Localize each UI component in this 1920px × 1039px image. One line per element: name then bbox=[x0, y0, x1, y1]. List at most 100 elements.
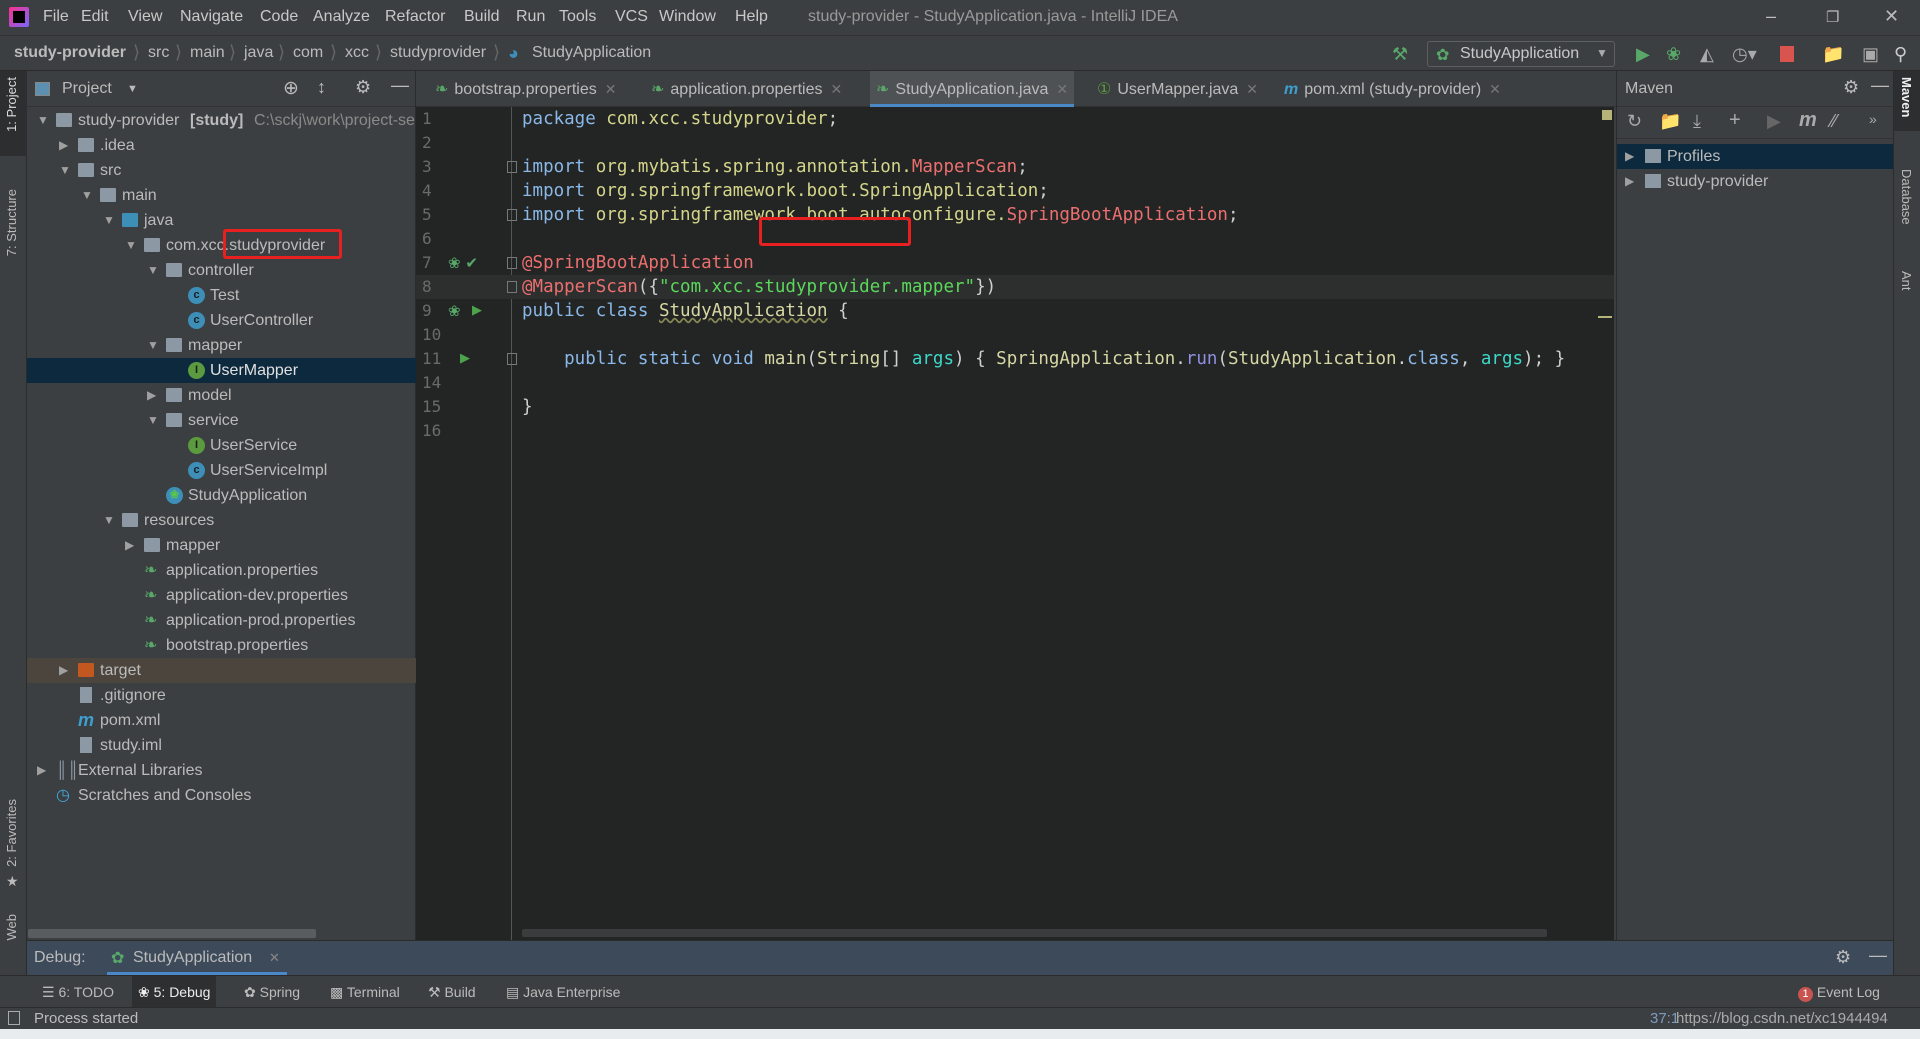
expanded-arrow-icon[interactable]: ▼ bbox=[81, 183, 93, 208]
tree-item[interactable]: ▼ java bbox=[27, 208, 416, 233]
project-view-title[interactable]: Project bbox=[62, 80, 112, 98]
code-line[interactable]: 14 bbox=[416, 371, 1614, 395]
stripe-favorites-button[interactable]: 2: Favorites bbox=[4, 799, 19, 867]
stop-icon[interactable] bbox=[1780, 46, 1794, 62]
tab-bootstrap-properties[interactable]: ❧ bootstrap.properties ✕ bbox=[429, 71, 622, 107]
menu-view[interactable]: View bbox=[128, 8, 162, 26]
search-everywhere-icon[interactable]: ⚲ bbox=[1894, 44, 1907, 65]
debug-session-tab[interactable]: ✿ StudyApplication ✕ bbox=[107, 941, 287, 975]
expanded-arrow-icon[interactable]: ▼ bbox=[147, 333, 159, 358]
close-tab-icon[interactable]: ✕ bbox=[831, 81, 843, 97]
caret-position[interactable]: 37:1 bbox=[1650, 1010, 1679, 1027]
tree-item[interactable]: ❧ application.properties bbox=[27, 558, 416, 583]
stripe-web-button[interactable]: Web bbox=[4, 914, 19, 941]
code-line[interactable]: 11 ▶ public static void main(String[] arg… bbox=[416, 347, 1614, 371]
spring-boot-gutter-icon[interactable]: ❀ bbox=[448, 299, 461, 323]
expanded-arrow-icon[interactable]: ▼ bbox=[103, 508, 115, 533]
maven-tree-item[interactable]: ▶ study-provider bbox=[1617, 169, 1893, 194]
minimize-window-button[interactable]: – bbox=[1766, 6, 1776, 27]
tree-item[interactable]: ❧ application-dev.properties bbox=[27, 583, 416, 608]
tree-item[interactable]: ▶ .idea bbox=[27, 133, 416, 158]
tree-item[interactable]: ◷ Scratches and Consoles bbox=[27, 783, 416, 808]
menu-analyze[interactable]: Analyze bbox=[313, 8, 370, 26]
fold-marker-icon[interactable] bbox=[507, 209, 517, 221]
maven-tree-item[interactable]: ▶ Profiles bbox=[1617, 144, 1893, 169]
tree-item[interactable]: ▼ resources bbox=[27, 508, 416, 533]
toggle-offline-icon[interactable]: ⁄⁄ bbox=[1831, 111, 1837, 132]
tool-windows-toggle-icon[interactable] bbox=[8, 1011, 20, 1025]
breadcrumb-item[interactable]: src bbox=[148, 44, 169, 62]
expanded-arrow-icon[interactable]: ▼ bbox=[103, 208, 115, 233]
spring-tool-button[interactable]: ✿ Spring bbox=[238, 976, 306, 1008]
toggle-presentation-icon[interactable]: ▣ bbox=[1862, 44, 1879, 65]
tree-item[interactable]: ▼ controller bbox=[27, 258, 416, 283]
code-line[interactable]: 7 ❀ ✔ @SpringBootApplication bbox=[416, 251, 1614, 275]
run-gutter-icon[interactable]: ▶ bbox=[460, 347, 470, 371]
tree-item[interactable]: .gitignore bbox=[27, 683, 416, 708]
close-tab-icon[interactable]: ✕ bbox=[605, 81, 617, 97]
editor-horizontal-scrollbar[interactable] bbox=[522, 929, 1547, 937]
terminal-tool-button[interactable]: ▩ Terminal bbox=[324, 976, 406, 1008]
menu-build[interactable]: Build bbox=[464, 8, 500, 26]
java-enterprise-tool-button[interactable]: ▤ Java Enterprise bbox=[500, 976, 626, 1008]
run-with-coverage-icon[interactable]: ◭ bbox=[1700, 44, 1714, 65]
spring-bean-gutter-icon[interactable]: ❀ ✔ bbox=[448, 251, 478, 275]
expanded-arrow-icon[interactable]: ▼ bbox=[147, 408, 159, 433]
breadcrumb-item[interactable]: com bbox=[293, 44, 323, 62]
tree-item[interactable]: ▼ main bbox=[27, 183, 416, 208]
menu-window[interactable]: Window bbox=[659, 8, 716, 26]
more-icon[interactable]: » bbox=[1869, 111, 1877, 127]
tree-item[interactable]: study.iml bbox=[27, 733, 416, 758]
tree-item[interactable]: ▼ study-provider [study] C:\sckj\work\pro… bbox=[27, 108, 416, 133]
menu-file[interactable]: File bbox=[43, 8, 69, 26]
gear-icon[interactable]: ⚙ bbox=[355, 77, 371, 98]
code-line[interactable]: 4 import org.springframework.boot.SpringA… bbox=[416, 179, 1614, 203]
collapsed-arrow-icon[interactable]: ▶ bbox=[37, 758, 46, 783]
reload-icon[interactable]: ↻ bbox=[1627, 111, 1642, 132]
tree-item[interactable]: ▶ ║║ External Libraries bbox=[27, 758, 416, 783]
menu-vcs[interactable]: VCS bbox=[615, 8, 648, 26]
tree-item[interactable]: ▼ mapper bbox=[27, 333, 416, 358]
menu-navigate[interactable]: Navigate bbox=[180, 8, 243, 26]
tree-item[interactable]: ❀ StudyApplication bbox=[27, 483, 416, 508]
expanded-arrow-icon[interactable]: ▼ bbox=[37, 108, 49, 133]
code-line[interactable]: 6 bbox=[416, 227, 1614, 251]
profile-icon[interactable]: ◷▾ bbox=[1732, 44, 1757, 65]
tree-item[interactable]: ❧ bootstrap.properties bbox=[27, 633, 416, 658]
chevron-down-icon[interactable]: ▼ bbox=[127, 83, 138, 95]
expanded-arrow-icon[interactable]: ▼ bbox=[125, 233, 137, 258]
code-line[interactable]: 16 bbox=[416, 419, 1614, 443]
breadcrumb-item[interactable]: study-provider bbox=[14, 44, 126, 62]
tab-pom-xml-study-provider-[interactable]: m pom.xml (study-provider) ✕ bbox=[1278, 71, 1507, 107]
stripe-maven-button[interactable]: Maven bbox=[1899, 77, 1914, 117]
collapsed-arrow-icon[interactable]: ▶ bbox=[147, 383, 156, 408]
fold-marker-icon[interactable] bbox=[507, 257, 517, 269]
gear-icon[interactable]: ⚙ bbox=[1835, 947, 1851, 968]
debug-tool-button[interactable]: ❀ 5: Debug bbox=[132, 976, 217, 1008]
gear-icon[interactable]: ⚙ bbox=[1843, 77, 1859, 98]
hide-panel-icon[interactable]: — bbox=[391, 75, 409, 96]
collapse-all-icon[interactable]: ↕ bbox=[317, 77, 326, 98]
locate-file-icon[interactable]: ⊕ bbox=[283, 77, 299, 100]
breadcrumb-item[interactable]: studyprovider bbox=[390, 44, 486, 62]
close-window-button[interactable]: ✕ bbox=[1884, 6, 1899, 27]
add-icon[interactable]: + bbox=[1729, 109, 1741, 132]
warning-marker[interactable] bbox=[1598, 316, 1612, 318]
code-line[interactable]: 2 bbox=[416, 131, 1614, 155]
execute-goal-icon[interactable]: m bbox=[1799, 109, 1817, 132]
breadcrumb-item[interactable]: StudyApplication bbox=[532, 44, 651, 62]
tree-item[interactable]: ▶ target bbox=[27, 658, 416, 683]
tree-item[interactable]: I UserMapper bbox=[27, 358, 416, 383]
tree-item[interactable]: ▼ src bbox=[27, 158, 416, 183]
code-line[interactable]: 9 ❀ ▶ public class StudyApplication { bbox=[416, 299, 1614, 323]
collapsed-arrow-icon[interactable]: ▶ bbox=[59, 133, 68, 158]
run-icon[interactable]: ▶ bbox=[1636, 44, 1650, 65]
expanded-arrow-icon[interactable]: ▼ bbox=[59, 158, 71, 183]
breadcrumb-item[interactable]: java bbox=[244, 44, 273, 62]
run-configuration-select[interactable]: ✿ StudyApplication ▼ bbox=[1427, 41, 1615, 67]
code-line[interactable]: 1 package com.xcc.studyprovider; bbox=[416, 107, 1614, 131]
tab-studyapplication-java[interactable]: ❧ StudyApplication.java ✕ bbox=[870, 71, 1075, 107]
code-line[interactable]: 15} bbox=[416, 395, 1614, 419]
run-goal-icon[interactable]: ▶ bbox=[1767, 111, 1781, 132]
restore-window-button[interactable]: ❐ bbox=[1826, 8, 1839, 26]
